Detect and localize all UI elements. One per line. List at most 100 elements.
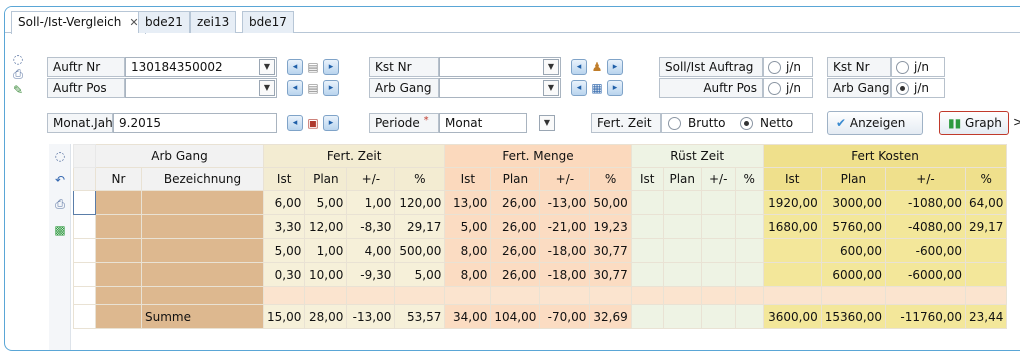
document-icon[interactable]: ▤ xyxy=(306,60,320,74)
tab-soll-ist-vergleich[interactable]: Soll-/Ist-Vergleich ✕ xyxy=(11,11,146,34)
col-pct[interactable]: % xyxy=(394,167,446,191)
chevron-down-icon[interactable]: ▼ xyxy=(539,115,555,131)
group-fert-zeit: Fert. Zeit xyxy=(262,144,446,168)
excel-export-icon[interactable]: ▩ xyxy=(53,223,67,237)
checkmark-icon: ✔ xyxy=(836,116,847,130)
col-pct[interactable]: % xyxy=(734,167,764,191)
nav-next-icon[interactable]: ▸ xyxy=(607,80,623,96)
cell-bezeichnung xyxy=(141,190,264,215)
print-icon[interactable]: ⎙ xyxy=(11,67,25,81)
fert-zeit-label: Fert. Zeit xyxy=(591,113,661,133)
undo-icon[interactable]: ↶ xyxy=(53,173,67,187)
arb-gang-toggle-label: Arb Gang xyxy=(827,78,891,98)
database-icon[interactable]: ▦ xyxy=(590,81,604,95)
col-ist[interactable]: Ist xyxy=(262,167,306,191)
col-ist[interactable]: Ist xyxy=(444,167,492,191)
soll-ist-auftrag-radio[interactable] xyxy=(768,61,781,74)
more-arrow[interactable]: > xyxy=(1013,115,1020,129)
cell-fm-diff: -70,00 xyxy=(539,304,591,329)
row-selector[interactable] xyxy=(73,262,96,287)
row-selector[interactable] xyxy=(73,190,96,215)
nav-next-icon[interactable]: ▸ xyxy=(323,59,339,75)
table-row[interactable]: 0,30 10,00 -9,30 5,00 8,00 26,00 -18,00 30,77 60… xyxy=(73,262,1008,287)
periode-select[interactable]: Monat xyxy=(439,113,527,133)
speech-bubble-icon[interactable]: ◌ xyxy=(11,52,25,66)
soll-ist-auftrag-toggle[interactable]: j/n xyxy=(763,57,813,77)
pencil-icon[interactable]: ✎ xyxy=(11,83,25,97)
col-plan[interactable]: Plan xyxy=(490,167,541,191)
col-diff[interactable]: +/- xyxy=(700,167,736,191)
document-icon[interactable]: ▤ xyxy=(306,81,320,95)
cell-fz-pct: 5,00 xyxy=(394,262,446,287)
table-row[interactable]: 6,00 5,00 1,00 120,00 13,00 26,00 -13,00 50,00 1… xyxy=(73,190,1008,215)
netto-radio[interactable] xyxy=(740,117,753,130)
col-diff[interactable]: +/- xyxy=(346,167,396,191)
print-icon[interactable]: ⎙ xyxy=(53,197,67,211)
kst-nr-toggle[interactable]: j/n xyxy=(891,57,945,77)
tab-bde21[interactable]: bde21 xyxy=(138,11,190,33)
empty-cell xyxy=(141,286,264,305)
row-selector[interactable] xyxy=(73,214,96,239)
table-row[interactable]: 3,30 12,00 -8,30 29,17 5,00 26,00 -21,00 19,23 1… xyxy=(73,214,1008,239)
tab-zei13[interactable]: zei13 xyxy=(190,11,237,33)
option-label: j/n xyxy=(786,81,801,95)
cell-fm-diff: -21,00 xyxy=(539,214,591,239)
calendar-icon[interactable]: ▣ xyxy=(306,116,320,130)
col-bezeichnung[interactable]: Bezeichnung xyxy=(141,167,264,191)
col-diff[interactable]: +/- xyxy=(884,167,966,191)
summary-row[interactable]: Summe 15,00 28,00 -13,00 53,57 34,00 104,00 -70… xyxy=(73,304,1008,329)
cell-fz-ist: 6,00 xyxy=(262,190,306,215)
cell-bezeichnung xyxy=(141,238,264,263)
cell-fz-plan: 28,00 xyxy=(304,304,348,329)
cell-fk-diff: -11760,00 xyxy=(884,304,966,329)
empty-cell xyxy=(662,286,702,305)
anzeigen-button[interactable]: ✔ Anzeigen xyxy=(827,111,923,135)
col-ist[interactable]: Ist xyxy=(630,167,664,191)
col-plan[interactable]: Plan xyxy=(662,167,702,191)
col-plan[interactable]: Plan xyxy=(304,167,348,191)
cell-fm-ist: 13,00 xyxy=(444,190,492,215)
chevron-down-icon[interactable]: ▼ xyxy=(259,59,275,75)
nav-next-icon[interactable]: ▸ xyxy=(323,115,339,131)
chevron-down-icon[interactable]: ▼ xyxy=(543,59,559,75)
auftr-pos-field[interactable] xyxy=(125,78,277,98)
kst-nr-label: Kst Nr xyxy=(369,57,439,77)
tab-bde17[interactable]: bde17 xyxy=(242,11,294,33)
chevron-down-icon[interactable]: ▼ xyxy=(543,80,559,96)
arb-gang-radio[interactable] xyxy=(896,82,909,95)
auftr-pos-radio[interactable] xyxy=(768,82,781,95)
col-pct[interactable]: % xyxy=(589,167,632,191)
empty-row xyxy=(73,286,1008,305)
col-pct[interactable]: % xyxy=(964,167,1008,191)
option-label: j/n xyxy=(914,60,929,74)
row-selector[interactable] xyxy=(73,238,96,263)
nav-prev-icon[interactable]: ◂ xyxy=(571,80,587,96)
nav-prev-icon[interactable]: ◂ xyxy=(287,59,303,75)
nav-next-icon[interactable]: ▸ xyxy=(323,80,339,96)
table-row[interactable]: 5,00 1,00 4,00 500,00 8,00 26,00 -18,00 30,77 60… xyxy=(73,238,1008,263)
arb-gang-toggle[interactable]: j/n xyxy=(891,78,945,98)
col-plan[interactable]: Plan xyxy=(820,167,886,191)
col-ist[interactable]: Ist xyxy=(762,167,822,191)
cell-nr xyxy=(95,190,142,215)
nav-prev-icon[interactable]: ◂ xyxy=(287,80,303,96)
auftr-pos-toggle[interactable]: j/n xyxy=(763,78,813,98)
tab-bar: Soll-/Ist-Vergleich ✕ bde21 zei13 bde17 xyxy=(5,7,1020,34)
nav-prev-icon[interactable]: ◂ xyxy=(287,115,303,131)
kst-nr-radio[interactable] xyxy=(896,61,909,74)
row-selector[interactable] xyxy=(73,304,96,329)
col-diff[interactable]: +/- xyxy=(539,167,591,191)
graph-button[interactable]: ▮▮ Graph xyxy=(939,111,1009,135)
fert-zeit-radio-group[interactable]: Brutto Netto xyxy=(661,113,813,133)
nav-next-icon[interactable]: ▸ xyxy=(607,59,623,75)
chevron-down-icon[interactable]: ▼ xyxy=(259,80,275,96)
auftr-nr-field[interactable]: 130184350002 xyxy=(125,57,277,77)
person-icon[interactable]: ♟ xyxy=(590,60,604,74)
group-fert-kosten: Fert Kosten xyxy=(762,144,1008,168)
speech-bubble-icon[interactable]: ◌ xyxy=(53,149,67,163)
monat-jahr-field[interactable]: 9.2015 xyxy=(113,113,277,133)
cell-fk-plan: 15360,00 xyxy=(820,304,886,329)
brutto-radio[interactable] xyxy=(668,117,681,130)
col-nr[interactable]: Nr xyxy=(95,167,142,191)
nav-prev-icon[interactable]: ◂ xyxy=(571,59,587,75)
